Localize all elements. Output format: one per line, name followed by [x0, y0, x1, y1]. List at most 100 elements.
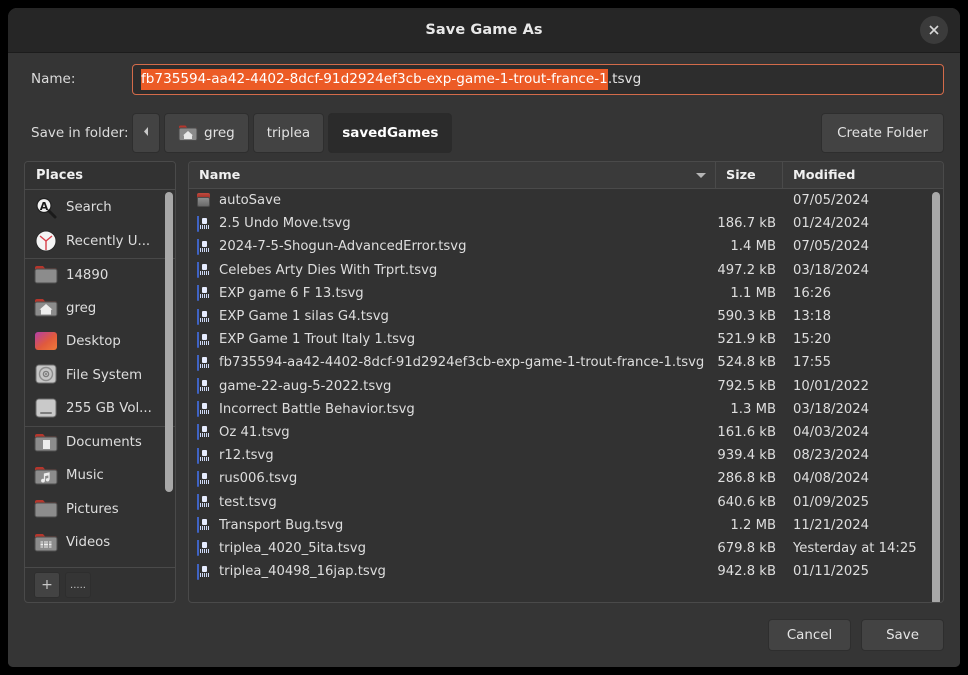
table-row[interactable]: EXP game 6 F 13.tsvg 1.1 MB 16:26 — [189, 282, 943, 305]
file-list-scrollbar[interactable] — [932, 192, 940, 602]
file-name-label: EXP game 6 F 13.tsvg — [219, 285, 364, 301]
file-size-cell: 939.4 kB — [717, 448, 776, 464]
breadcrumb-label: greg — [204, 125, 235, 141]
table-row[interactable]: triplea_40498_16jap.tsvg 942.8 kB 01/11/20… — [189, 560, 943, 583]
table-row[interactable]: 2.5 Undo Move.tsvg 186.7 kB 01/24/2024 — [189, 212, 943, 235]
pictures-folder-icon — [34, 497, 58, 521]
file-modified-cell: 03/18/2024 — [793, 401, 870, 417]
file-modified-cell: 04/08/2024 — [793, 471, 870, 487]
sidebar-item-documents[interactable]: Documents — [25, 425, 175, 460]
file-name-label: r12.tsvg — [219, 448, 274, 464]
table-row[interactable]: EXP Game 1 silas G4.tsvg 590.3 kB 13:18 — [189, 305, 943, 328]
table-row[interactable]: autoSave 07/05/2024 — [189, 189, 943, 212]
sidebar-item-pictures[interactable]: Pictures — [25, 493, 175, 527]
breadcrumb-item-greg[interactable]: greg — [164, 113, 249, 153]
file-size-cell: 1.3 MB — [730, 401, 776, 417]
file-icon — [197, 424, 212, 441]
file-modified-cell: 15:20 — [793, 332, 832, 348]
create-folder-button[interactable]: Create Folder — [821, 113, 944, 153]
sidebar-item-label: greg — [66, 300, 97, 316]
sidebar-item-14890[interactable]: 14890 — [25, 258, 175, 292]
file-name-label: EXP Game 1 silas G4.tsvg — [219, 309, 389, 325]
sidebar-item-greg[interactable]: greg — [25, 292, 175, 326]
breadcrumb: greg triplea savedGames — [132, 113, 453, 153]
table-row[interactable]: r12.tsvg 939.4 kB 08/23/2024 — [189, 444, 943, 467]
file-modified-cell: 10/01/2022 — [793, 378, 870, 394]
file-list-header: Name Size Modified — [189, 162, 943, 189]
svg-text:A: A — [40, 200, 49, 213]
column-header-label: Name — [199, 167, 241, 183]
table-row[interactable]: 2024-7-5-Shogun-AdvancedError.tsvg 1.4 MB… — [189, 235, 943, 258]
home-folder-icon — [178, 123, 198, 143]
filename-input[interactable]: fb735594-aa42-4402-8dcf-91d2924ef3cb-exp… — [132, 63, 944, 95]
file-size-cell: 792.5 kB — [717, 378, 776, 394]
sidebar-item-label: Videos — [66, 535, 111, 551]
places-header: Places — [25, 162, 175, 190]
breadcrumb-item-savedgames[interactable]: savedGames — [328, 113, 453, 153]
table-row[interactable]: Celebes Arty Dies With Trprt.tsvg 497.2 k… — [189, 259, 943, 282]
location-bar: Save in folder: greg triplea savedGames … — [24, 105, 944, 161]
sidebar-item-file-system[interactable]: File System — [25, 359, 175, 393]
table-row[interactable]: triplea_4020_5ita.tsvg 679.8 kB Yesterday … — [189, 537, 943, 560]
sidebar-item-label: Recently U... — [66, 233, 151, 249]
sidebar-item-label: 255 GB Vol... — [66, 401, 152, 417]
name-row: Name: fb735594-aa42-4402-8dcf-91d2924ef3… — [24, 53, 944, 105]
table-row[interactable]: Oz 41.tsvg 161.6 kB 04/03/2024 — [189, 421, 943, 444]
folder-icon — [197, 192, 212, 209]
table-row[interactable]: Transport Bug.tsvg 1.2 MB 11/21/2024 — [189, 514, 943, 537]
file-name-cell: Incorrect Battle Behavior.tsvg — [189, 401, 716, 418]
add-place-button[interactable]: + — [34, 572, 60, 598]
file-icon — [197, 563, 212, 580]
file-size-cell: 1.4 MB — [730, 239, 776, 255]
file-icon — [197, 401, 212, 418]
column-header-modified[interactable]: Modified — [783, 162, 943, 188]
cancel-button[interactable]: Cancel — [768, 619, 851, 651]
music-folder-icon — [34, 464, 58, 488]
file-modified-cell: 16:26 — [793, 285, 832, 301]
sidebar-item-label: Documents — [66, 435, 142, 451]
close-icon[interactable] — [920, 16, 948, 44]
places-scrollbar[interactable] — [165, 192, 173, 492]
dialog-body: Name: fb735594-aa42-4402-8dcf-91d2924ef3… — [8, 53, 960, 611]
save-game-as-dialog: Save Game As Name: fb735594-aa42-4402-8d… — [8, 8, 960, 667]
table-row[interactable]: game-22-aug-5-2022.tsvg 792.5 kB 10/01/202… — [189, 375, 943, 398]
file-modified-cell: 13:18 — [793, 309, 832, 325]
file-name-cell: EXP Game 1 Trout Italy 1.tsvg — [189, 331, 716, 348]
cancel-label: Cancel — [786, 627, 833, 643]
sidebar-item-desktop[interactable]: Desktop — [25, 325, 175, 359]
table-row[interactable]: test.tsvg 640.6 kB 01/09/2025 — [189, 490, 943, 513]
places-scroll-area: A Search Recently U... 14890 greg Desktop File… — [25, 190, 175, 567]
file-name-label: Incorrect Battle Behavior.tsvg — [219, 401, 415, 417]
dialog-footer: Cancel Save — [8, 611, 960, 667]
sidebar-item-search[interactable]: A Search — [25, 191, 175, 225]
chevron-down-icon — [696, 173, 706, 178]
file-name-cell: 2.5 Undo Move.tsvg — [189, 215, 716, 232]
file-name-cell: autoSave — [189, 192, 716, 209]
table-row[interactable]: EXP Game 1 Trout Italy 1.tsvg 521.9 kB 15:… — [189, 328, 943, 351]
file-size-cell: 640.6 kB — [717, 494, 776, 510]
file-name-cell: r12.tsvg — [189, 447, 716, 464]
table-row[interactable]: rus006.tsvg 286.8 kB 04/08/2024 — [189, 467, 943, 490]
column-header-name[interactable]: Name — [189, 162, 716, 188]
sidebar-item-recently-u[interactable]: Recently U... — [25, 225, 175, 259]
column-header-size[interactable]: Size — [716, 162, 783, 188]
table-row[interactable]: fb735594-aa42-4402-8dcf-91d2924ef3cb-exp… — [189, 351, 943, 374]
file-size-cell: 286.8 kB — [717, 471, 776, 487]
file-modified-cell: 08/23/2024 — [793, 448, 870, 464]
file-name-label: fb735594-aa42-4402-8dcf-91d2924ef3cb-exp… — [219, 355, 705, 371]
file-name-cell: Celebes Arty Dies With Trprt.tsvg — [189, 262, 716, 279]
sidebar-item-music[interactable]: Music — [25, 459, 175, 493]
places-more-button[interactable]: ..... — [65, 572, 91, 598]
browser-panes: Places A Search Recently U... 14890 greg Desk… — [24, 161, 944, 611]
table-row[interactable]: Incorrect Battle Behavior.tsvg 1.3 MB 03/1… — [189, 398, 943, 421]
file-name-label: game-22-aug-5-2022.tsvg — [219, 378, 392, 394]
sidebar-item-255-gb-vol[interactable]: 255 GB Vol... — [25, 392, 175, 426]
file-name-label: autoSave — [219, 193, 282, 209]
sidebar-item-videos[interactable]: Videos — [25, 526, 175, 560]
breadcrumb-item-triplea[interactable]: triplea — [252, 113, 325, 153]
file-name-label: EXP Game 1 Trout Italy 1.tsvg — [219, 332, 416, 348]
file-name-label: 2.5 Undo Move.tsvg — [219, 216, 351, 232]
file-size-cell: 1.1 MB — [730, 285, 776, 301]
save-button[interactable]: Save — [861, 619, 944, 651]
breadcrumb-back-button[interactable] — [132, 113, 160, 153]
